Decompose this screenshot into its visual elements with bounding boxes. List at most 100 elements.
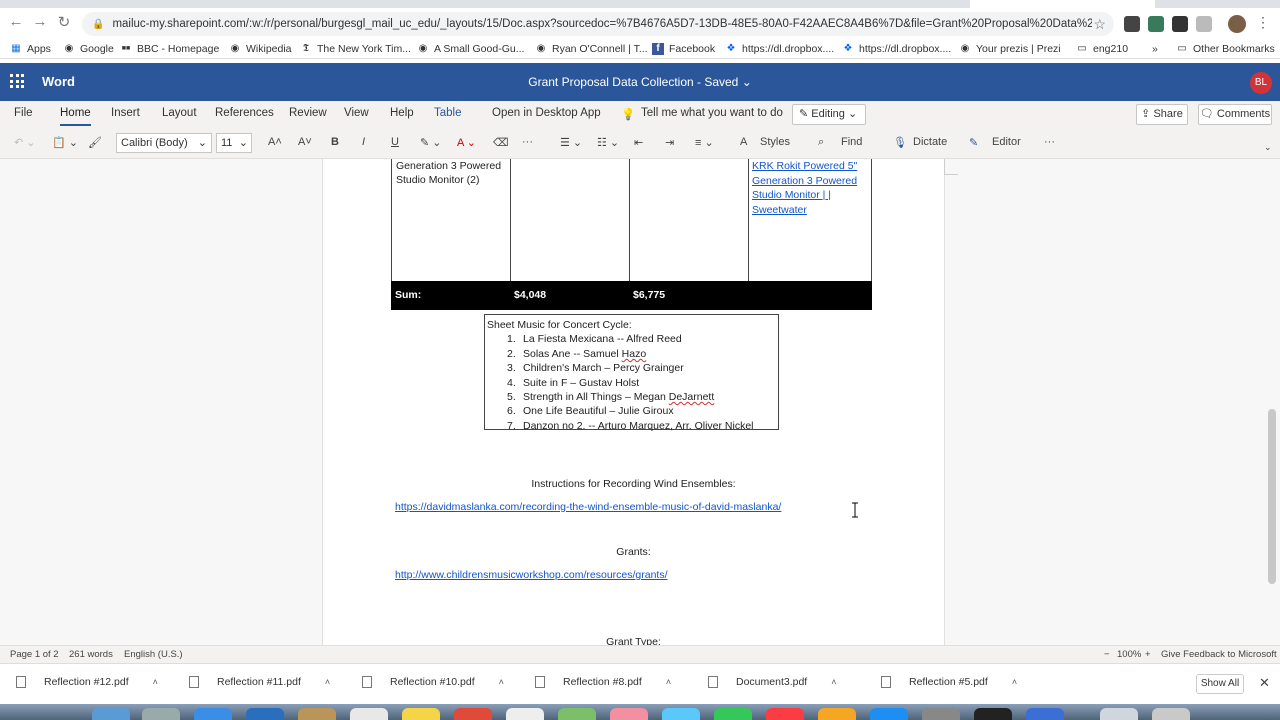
reminders-icon[interactable] (506, 708, 544, 720)
tab-table[interactable]: Table (434, 107, 462, 119)
budget-table[interactable]: Generation 3 Powered Studio Monitor (2) … (391, 159, 872, 282)
terminal-icon[interactable] (974, 708, 1012, 720)
finder-icon[interactable] (92, 708, 130, 720)
extension-icon[interactable] (1196, 16, 1212, 32)
settings-icon[interactable] (922, 708, 960, 720)
undo-icon[interactable]: ↶ ⌄ (14, 136, 36, 149)
calendar-icon[interactable] (350, 708, 388, 720)
italic-icon[interactable]: I (362, 136, 365, 148)
comments-button[interactable]: 🗨 Comments (1198, 104, 1272, 125)
tab-help[interactable]: Help (390, 107, 414, 119)
zoom-out-icon[interactable]: − (1104, 649, 1110, 660)
font-size-select[interactable]: 11 ⌄ (216, 133, 252, 153)
decrease-indent-icon[interactable]: ⇤ (634, 136, 643, 149)
profile-avatar[interactable] (1228, 15, 1246, 33)
downloads-stack-icon[interactable] (1100, 708, 1138, 720)
star-icon[interactable]: ☆ (1093, 16, 1106, 33)
search-icon[interactable]: ⌕ (818, 136, 824, 149)
font-family-select[interactable]: Calibri (Body) ⌄ (116, 133, 212, 153)
bookmark-ryan[interactable]: ◉ Ryan O'Connell | T... (535, 43, 648, 55)
more-font-icon[interactable]: ··· (522, 136, 533, 148)
recording-link[interactable]: https://davidmaslanka.com/recording-the-… (395, 501, 781, 513)
paste-icon[interactable]: 📋 ⌄ (52, 136, 78, 149)
music-icon[interactable] (766, 708, 804, 720)
font-color-icon[interactable]: A ⌄ (457, 136, 476, 149)
notes-icon[interactable] (402, 708, 440, 720)
bookmarks-overflow-icon[interactable]: » (1152, 43, 1158, 55)
facetime-icon[interactable] (714, 708, 752, 720)
show-all-button[interactable]: Show All (1196, 674, 1244, 694)
page-count[interactable]: Page 1 of 2 (10, 649, 59, 660)
vertical-scrollbar[interactable] (1268, 409, 1276, 584)
editing-mode-button[interactable]: ✎ Editing ⌄ (792, 104, 866, 125)
contacts-icon[interactable] (298, 708, 336, 720)
styles-icon[interactable]: A (740, 136, 747, 148)
browser-menu-icon[interactable]: ⋮ (1256, 14, 1270, 31)
chevron-up-icon[interactable]: ˄ (831, 677, 836, 687)
highlight-icon[interactable]: ✎ ⌄ (420, 136, 442, 149)
document-title[interactable]: Grant Proposal Data Collection - Saved ⌄ (0, 75, 1280, 89)
app-store-icon[interactable] (870, 708, 908, 720)
download-item[interactable]: Reflection #8.pdf ˄ (535, 676, 671, 688)
safari-icon[interactable] (194, 708, 232, 720)
back-icon[interactable]: ← (4, 13, 28, 30)
grants-link[interactable]: http://www.childrensmusicworkshop.com/re… (395, 569, 668, 581)
bookmark-dropbox-2[interactable]: ❖ https://dl.dropbox.... (842, 43, 952, 55)
chrome-icon[interactable] (454, 708, 492, 720)
zoom-in-icon[interactable]: + (1145, 649, 1151, 660)
tab-references[interactable]: References (215, 107, 274, 119)
tab-file[interactable]: File (14, 107, 33, 119)
open-desktop-app-button[interactable]: Open in Desktop App (492, 107, 601, 119)
download-item[interactable]: Reflection #12.pdf ˄ (16, 676, 158, 688)
reload-icon[interactable]: ↻ (52, 13, 76, 31)
microphone-icon[interactable]: 🎙 (893, 136, 907, 149)
share-button[interactable]: ⇪ Share (1136, 104, 1188, 125)
extension-icon[interactable] (1172, 16, 1188, 32)
word-icon[interactable] (1026, 708, 1064, 720)
bold-icon[interactable]: B (331, 136, 339, 148)
tab-insert[interactable]: Insert (111, 107, 140, 119)
editor-icon[interactable]: ✎ (969, 136, 978, 149)
launchpad-icon[interactable] (142, 708, 180, 720)
bookmark-google[interactable]: ◉ Google (63, 43, 114, 55)
dictate-button[interactable]: Dictate (913, 136, 947, 148)
extension-icon[interactable] (1148, 16, 1164, 32)
numbering-icon[interactable]: ☷ ⌄ (597, 136, 619, 149)
download-item[interactable]: Reflection #10.pdf ˄ (362, 676, 504, 688)
books-icon[interactable] (818, 708, 856, 720)
download-item[interactable]: Document3.pdf ˄ (708, 676, 836, 688)
collapse-ribbon-icon[interactable]: ⌄ (1264, 142, 1272, 153)
forward-icon[interactable]: → (28, 13, 52, 30)
bookmark-other[interactable]: ▭ Other Bookmarks (1176, 43, 1274, 55)
browser-tab-active[interactable] (970, 0, 1155, 8)
photos-icon[interactable] (610, 708, 648, 720)
trash-icon[interactable] (1152, 708, 1190, 720)
sheet-music-box[interactable]: Sheet Music for Concert Cycle: 1. La Fies… (484, 314, 779, 432)
find-button[interactable]: Find (841, 136, 862, 148)
feedback-link[interactable]: Give Feedback to Microsoft (1161, 649, 1277, 660)
download-item[interactable]: Reflection #11.pdf ˄ (189, 676, 330, 688)
language-indicator[interactable]: English (U.S.) (124, 649, 183, 660)
extension-icon[interactable] (1124, 16, 1140, 32)
bookmark-nytimes[interactable]: 𝕿 The New York Tim... (300, 43, 411, 55)
grow-font-icon[interactable]: A˄ (268, 136, 282, 148)
table-cell-link[interactable]: KRK Rokit Powered 5" Generation 3 Powere… (752, 159, 868, 217)
editor-button[interactable]: Editor (992, 136, 1021, 148)
clear-formatting-icon[interactable]: ⌫ (493, 136, 509, 149)
bookmark-dropbox-1[interactable]: ❖ https://dl.dropbox.... (725, 43, 835, 55)
close-icon[interactable]: ✕ (1259, 675, 1270, 691)
table-cell-item[interactable]: Generation 3 Powered Studio Monitor (2) (396, 159, 506, 187)
tab-layout[interactable]: Layout (162, 107, 197, 119)
underline-icon[interactable]: U (391, 136, 399, 148)
user-avatar[interactable]: BL (1250, 72, 1272, 94)
tell-me-search[interactable]: Tell me what you want to do (641, 107, 783, 119)
sum-row[interactable]: Sum: $4,048 $6,775 (391, 281, 872, 310)
zoom-level[interactable]: 100% (1117, 649, 1141, 660)
mail-icon[interactable] (246, 708, 284, 720)
align-icon[interactable]: ≡ ⌄ (695, 136, 714, 149)
download-item[interactable]: Reflection #5.pdf ˄ (881, 676, 1017, 688)
url-bar[interactable]: 🔒 mailuc-my.sharepoint.com/:w:/r/persona… (82, 12, 1114, 36)
bookmark-eng210[interactable]: ▭ eng210 (1076, 43, 1128, 55)
tab-review[interactable]: Review (289, 107, 327, 119)
tab-home[interactable]: Home (60, 107, 91, 126)
